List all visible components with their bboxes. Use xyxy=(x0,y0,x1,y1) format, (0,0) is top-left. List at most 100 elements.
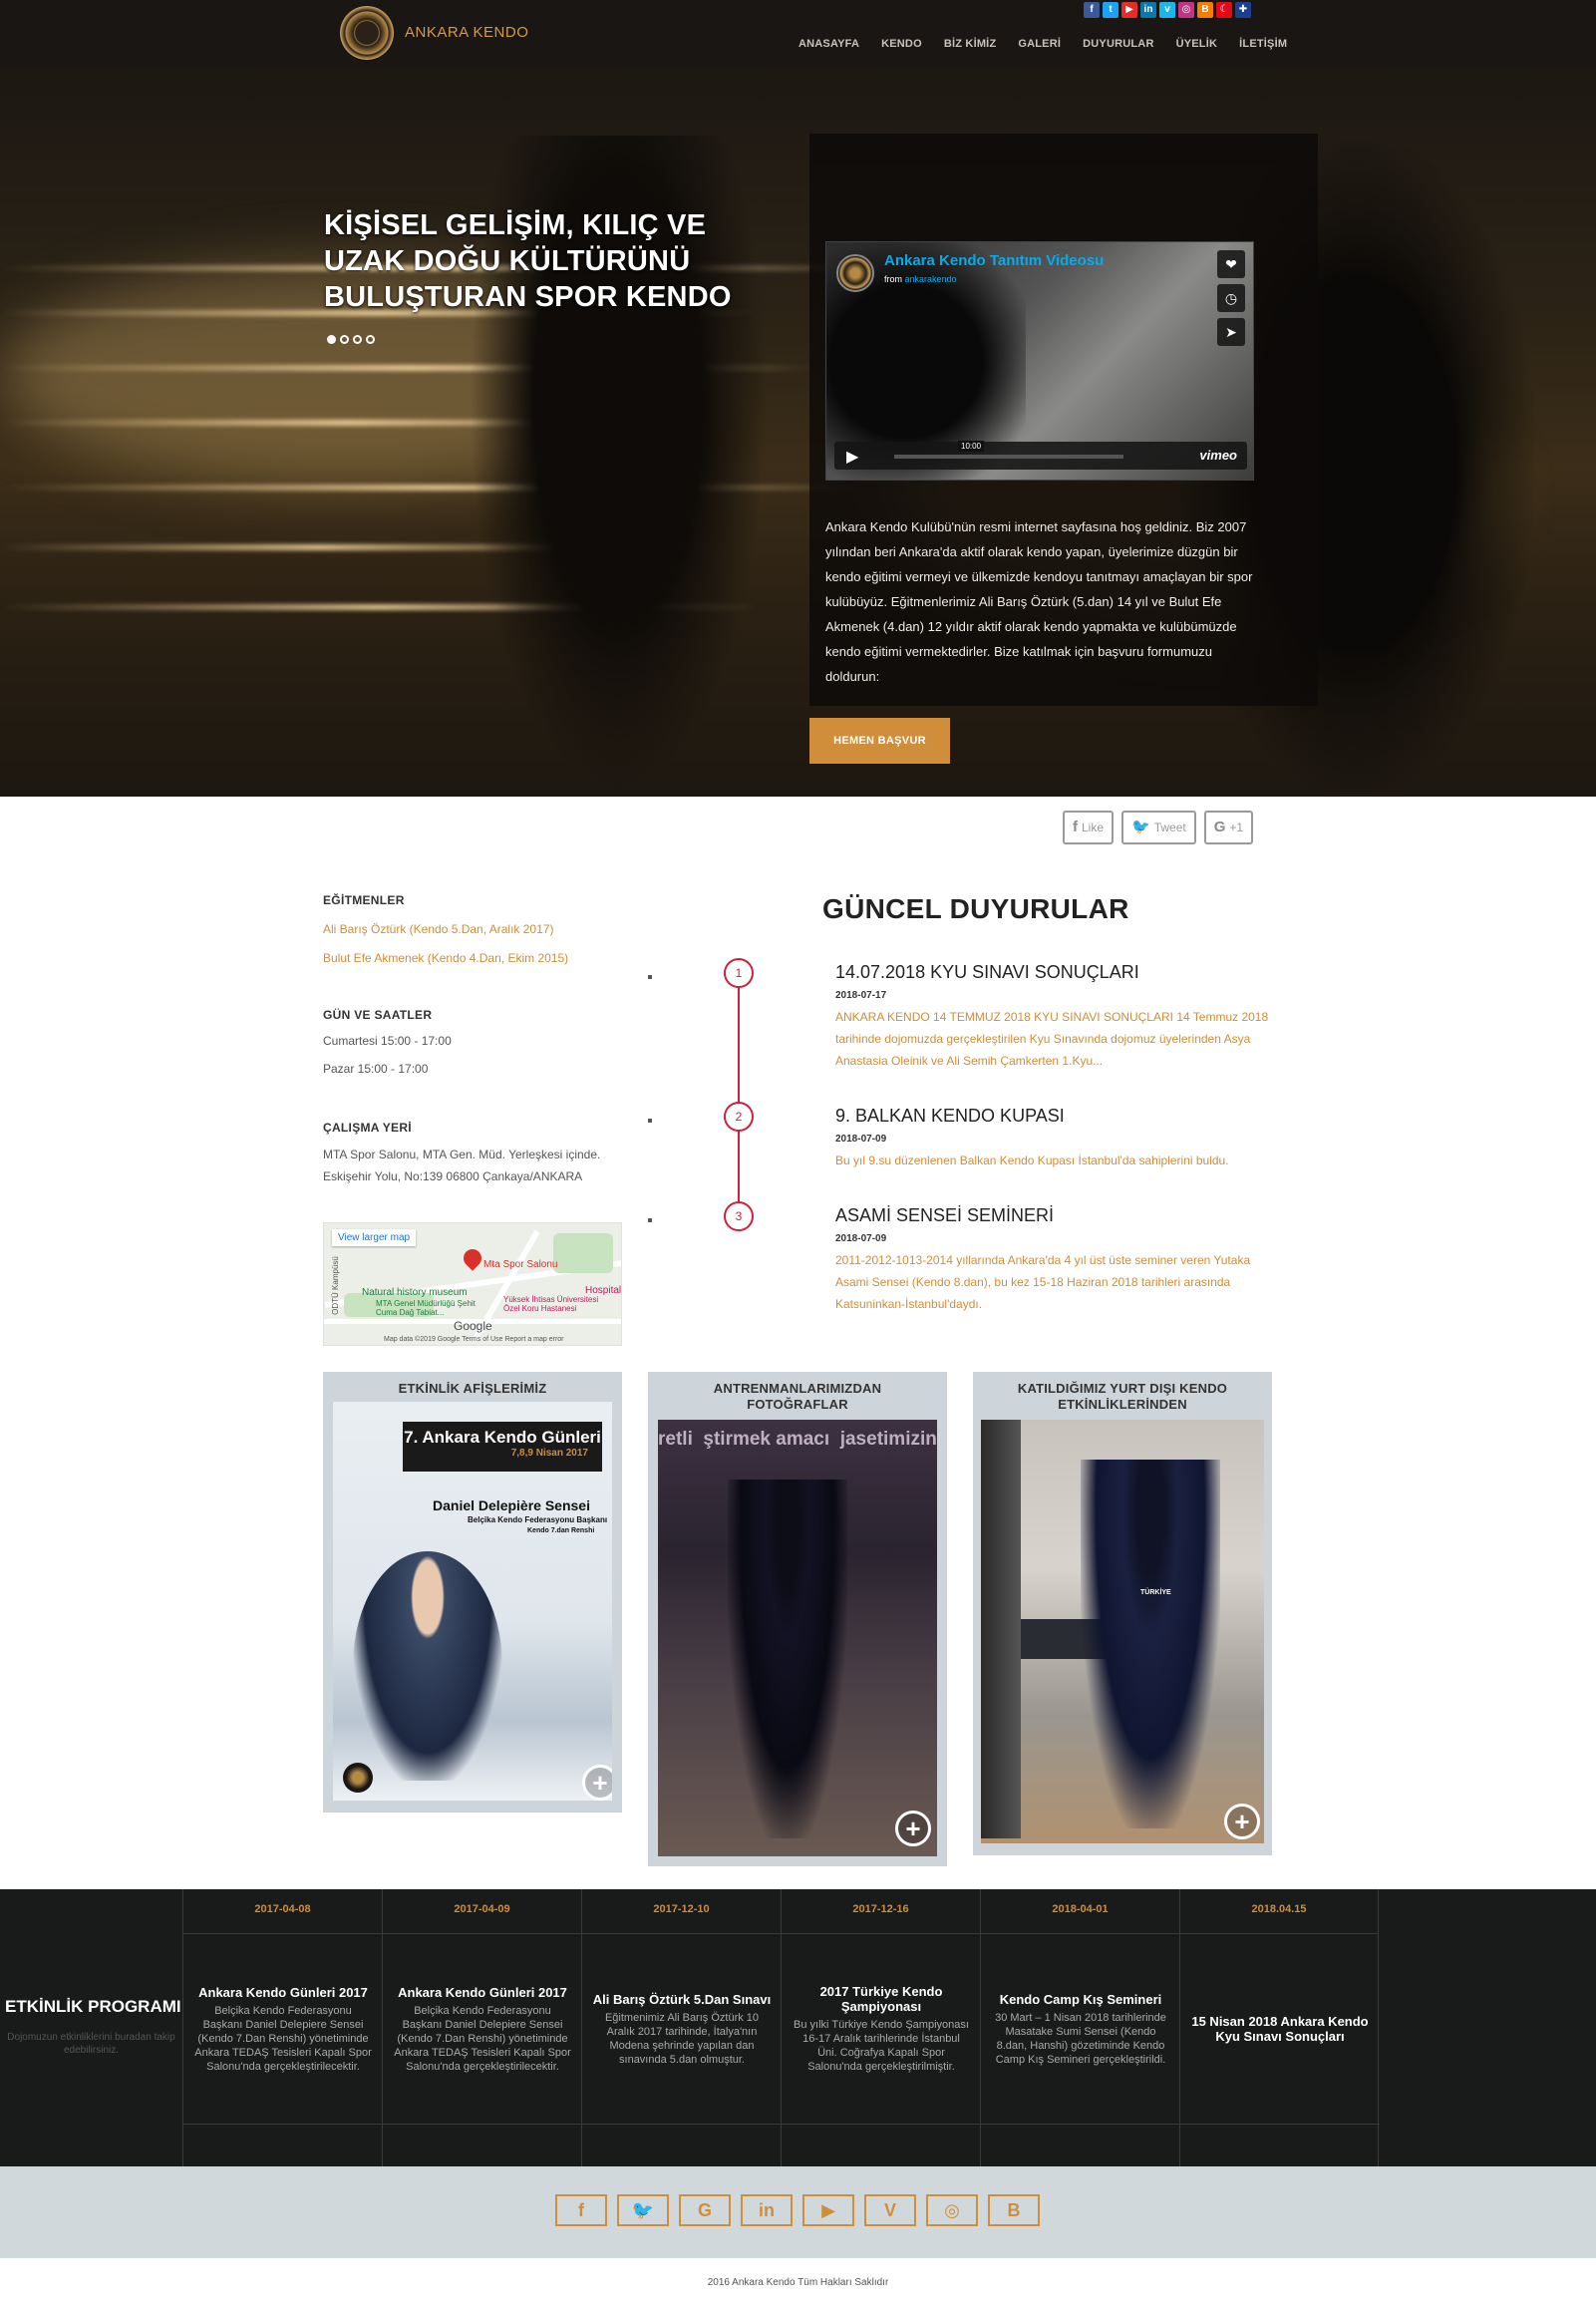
youtube-icon[interactable]: ▶ xyxy=(802,2194,854,2226)
map-label: Yüksek İhtisas Üniversitesi Özel Koru Ha… xyxy=(503,1295,599,1313)
video-player[interactable]: Ankara Kendo Tanıtım Videosu from ankara… xyxy=(825,241,1254,481)
news-item-excerpt[interactable]: Bu yıl 9.su düzenlenen Balkan Kendo Kupa… xyxy=(835,1150,1274,1171)
linkedin-icon[interactable]: in xyxy=(1140,2,1156,18)
training-photo[interactable]: retli ştirmek amacı jasetimizin + xyxy=(658,1420,937,1856)
google-icon[interactable]: G xyxy=(679,2194,731,2226)
zoom-icon[interactable]: + xyxy=(582,1765,612,1801)
nav-gallery[interactable]: GALERİ xyxy=(1007,38,1072,50)
video-user-link[interactable]: ankarakendo xyxy=(905,274,957,284)
abroad-photo[interactable]: TÜRKİYE + xyxy=(981,1420,1264,1843)
blogger-icon[interactable]: B xyxy=(1197,2,1213,18)
event-footer xyxy=(1180,2124,1380,2166)
twitter-icon[interactable]: 🐦 xyxy=(617,2194,669,2226)
gallery-card-posters: ETKİNLİK AFİŞLERİMİZ 7. Ankara Kendo Gün… xyxy=(323,1372,622,1813)
facebook-icon[interactable]: f xyxy=(555,2194,607,2226)
zoom-icon[interactable]: + xyxy=(895,1811,931,1846)
trainer-link[interactable]: Bulut Efe Akmenek (Kendo 4.Dan, Ekim 201… xyxy=(323,951,568,965)
watch-later-icon[interactable]: ◷ xyxy=(1217,284,1245,312)
site-name[interactable]: ANKARA KENDO xyxy=(405,24,528,41)
vimeo-icon[interactable]: V xyxy=(864,2194,916,2226)
event-footer xyxy=(782,2124,981,2166)
event-column[interactable]: 2018.04.15 15 Nisan 2018 Ankara Kendo Ky… xyxy=(1179,1889,1380,2166)
event-column[interactable]: 2017-12-16 2017 Türkiye Kendo Şampiyonas… xyxy=(781,1889,981,2166)
facebook-icon[interactable]: f xyxy=(1084,2,1100,18)
google-plus-button[interactable]: G +1 xyxy=(1203,811,1254,844)
vimeo-logo[interactable]: vimeo xyxy=(1199,448,1237,463)
apply-button[interactable]: HEMEN BAŞVUR xyxy=(809,718,950,764)
event-footer xyxy=(981,2124,1180,2166)
play-icon[interactable]: ▶ xyxy=(846,447,858,467)
poster-sub: Belçika Kendo Federasyonu Başkanı xyxy=(468,1515,608,1524)
event-column[interactable]: 2017-04-09 Ankara Kendo Günleri 2017 Bel… xyxy=(382,1889,582,2166)
slider-dot[interactable] xyxy=(340,335,349,344)
video-title[interactable]: Ankara Kendo Tanıtım Videosu xyxy=(884,252,1104,269)
news-item: 14.07.2018 KYU SINAVI SONUÇLARI 2018-07-… xyxy=(835,962,1274,1072)
events-section: ETKİNLİK PROGRAMI Dojomuzun etkinlikleri… xyxy=(0,1889,1596,2166)
vimeo-icon[interactable]: v xyxy=(1159,2,1175,18)
nav-kendo[interactable]: KENDO xyxy=(870,38,933,50)
event-date: 2017-04-09 xyxy=(383,1889,581,1934)
event-body: Kendo Camp Kış Semineri 30 Mart – 1 Nisa… xyxy=(981,1934,1180,2124)
flag-uk-icon[interactable]: ✚ xyxy=(1235,2,1251,18)
news-item-excerpt[interactable]: 2011-2012-1013-2014 yıllarında Ankara'da… xyxy=(835,1249,1274,1315)
nav-home[interactable]: ANASAYFA xyxy=(788,38,870,50)
event-column[interactable]: 2017-04-08 Ankara Kendo Günleri 2017 Bel… xyxy=(182,1889,383,2166)
like-icon[interactable]: ❤ xyxy=(1217,250,1245,278)
event-name: Kendo Camp Kış Semineri xyxy=(999,1991,1162,2007)
map-pin-label: Mta Spor Salonu xyxy=(483,1259,558,1270)
event-footer xyxy=(582,2124,782,2166)
nav-contact[interactable]: İLETİŞİM xyxy=(1228,38,1298,50)
news-item-title[interactable]: 9. BALKAN KENDO KUPASI xyxy=(835,1106,1274,1127)
card-title[interactable]: KATILDIĞIMIZ YURT DIŞI KENDO ETKİNLİKLER… xyxy=(973,1372,1272,1413)
progress-track[interactable]: 10:00 xyxy=(894,441,1123,459)
flag-tr-icon[interactable]: ☾ xyxy=(1216,2,1232,18)
instagram-icon[interactable]: ◎ xyxy=(926,2194,978,2226)
photo-banner-text: retli ştirmek amacı jasetimizin xyxy=(658,1429,937,1450)
map-pin-icon[interactable] xyxy=(460,1245,485,1271)
news-item-excerpt[interactable]: ANKARA KENDO 14 TEMMUZ 2018 KYU SINAVI S… xyxy=(835,1006,1274,1072)
video-from-prefix: from xyxy=(884,274,902,284)
video-from: from ankarakendo xyxy=(884,274,957,284)
event-column[interactable]: 2018-04-01 Kendo Camp Kış Semineri 30 Ma… xyxy=(980,1889,1180,2166)
instagram-icon[interactable]: ◎ xyxy=(1178,2,1194,18)
nav-about[interactable]: BİZ KİMİZ xyxy=(933,38,1008,50)
news-item-title[interactable]: ASAMİ SENSEİ SEMİNERİ xyxy=(835,1205,1274,1226)
tweet-button[interactable]: 🐦 Tweet xyxy=(1121,811,1196,844)
hours-heading: GÜN VE SAATLER xyxy=(323,1008,433,1022)
news-item-title[interactable]: 14.07.2018 KYU SINAVI SONUÇLARI xyxy=(835,962,1274,983)
youtube-icon[interactable]: ▶ xyxy=(1121,2,1137,18)
slider-dot[interactable] xyxy=(366,335,375,344)
nav-membership[interactable]: ÜYELİK xyxy=(1165,38,1229,50)
logo[interactable] xyxy=(340,6,394,60)
timeline-number: 2 xyxy=(724,1102,754,1132)
trainer-link[interactable]: Ali Barış Öztürk (Kendo 5.Dan, Aralık 20… xyxy=(323,922,553,936)
twitter-icon[interactable]: t xyxy=(1103,2,1118,18)
event-name: Ali Barış Öztürk 5.Dan Sınavı xyxy=(592,1991,772,2007)
poster-image[interactable]: 7. Ankara Kendo Günleri 7,8,9 Nisan 2017… xyxy=(333,1402,612,1801)
video-time: 10:00 xyxy=(958,441,985,452)
card-title[interactable]: ANTRENMANLARIMIZDAN FOTOĞRAFLAR xyxy=(648,1372,947,1413)
share-buttons: f Like 🐦 Tweet G +1 xyxy=(1063,811,1254,844)
news-item-date: 2018-07-09 xyxy=(835,1233,887,1244)
card-title[interactable]: ETKİNLİK AFİŞLERİMİZ xyxy=(323,1372,622,1397)
facebook-like-button[interactable]: f Like xyxy=(1063,811,1115,844)
timeline-number: 1 xyxy=(724,958,754,988)
place-heading: ÇALIŞMA YERİ xyxy=(323,1121,412,1135)
nav-announcements[interactable]: DUYURULAR xyxy=(1072,38,1164,50)
event-date: 2018.04.15 xyxy=(1180,1889,1378,1934)
blogger-icon[interactable]: B xyxy=(988,2194,1040,2226)
slider-dot[interactable] xyxy=(327,335,336,344)
share-icon[interactable]: ➤ xyxy=(1217,318,1245,346)
location-map[interactable]: View larger map Mta Spor Salonu Natural … xyxy=(323,1222,622,1346)
channel-avatar[interactable] xyxy=(836,254,874,292)
view-larger-map-link[interactable]: View larger map xyxy=(332,1229,417,1246)
news-title: GÜNCEL DUYURULAR xyxy=(822,893,1129,924)
slider-dot[interactable] xyxy=(353,335,362,344)
zoom-icon[interactable]: + xyxy=(1224,1804,1260,1839)
kendoka-figure xyxy=(728,1480,847,1838)
timeline-line xyxy=(738,972,740,1211)
address-line: Eskişehir Yolu, No:139 06800 Çankaya/ANK… xyxy=(323,1169,583,1183)
event-date: 2018-04-01 xyxy=(981,1889,1179,1934)
linkedin-icon[interactable]: in xyxy=(741,2194,793,2226)
event-column[interactable]: 2017-12-10 Ali Barış Öztürk 5.Dan Sınavı… xyxy=(581,1889,782,2166)
